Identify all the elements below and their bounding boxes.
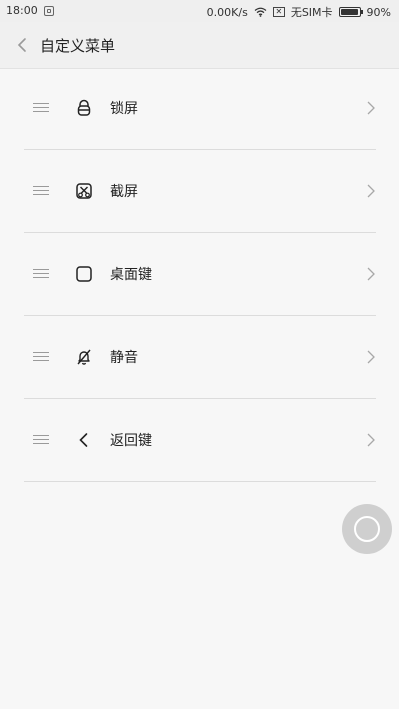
list-item-screenshot[interactable]: 截屏: [24, 150, 376, 233]
drag-handle-icon[interactable]: [33, 186, 49, 196]
list-item-label: 桌面键: [110, 267, 152, 283]
no-sim-icon: ✕: [272, 7, 285, 17]
carrier-text: 无SIM卡: [290, 6, 333, 19]
list-item-mute[interactable]: 静音: [24, 316, 376, 399]
chevron-right-icon: [367, 184, 375, 198]
chevron-right-icon: [367, 101, 375, 115]
list-item-label: 返回键: [110, 433, 152, 449]
wifi-icon: [254, 7, 267, 17]
home-square-icon: [76, 266, 92, 282]
title-bar: 自定义菜单: [0, 22, 399, 69]
screenshot-icon: [76, 183, 92, 199]
page-title: 自定义菜单: [40, 37, 116, 55]
back-arrow-icon: [79, 433, 88, 447]
list-item-back-key[interactable]: 返回键: [24, 399, 376, 482]
back-button[interactable]: [12, 34, 34, 56]
chevron-right-icon: [367, 433, 375, 447]
drag-handle-icon[interactable]: [33, 269, 49, 279]
floating-assistive-button[interactable]: [342, 504, 392, 554]
status-time: 18:00: [6, 4, 38, 17]
chevron-right-icon: [367, 267, 375, 281]
list-item-home-key[interactable]: 桌面键: [24, 233, 376, 316]
custom-menu-list: 锁屏 截屏 桌面键 静音 返回键: [24, 67, 376, 482]
drag-handle-icon[interactable]: [33, 352, 49, 362]
list-item-label: 静音: [110, 350, 138, 366]
chevron-right-icon: [367, 350, 375, 364]
drag-handle-icon[interactable]: [33, 435, 49, 445]
list-item-lock-screen[interactable]: 锁屏: [24, 67, 376, 150]
battery-percent: 90%: [366, 5, 391, 19]
drag-handle-icon[interactable]: [33, 103, 49, 113]
lock-icon: [77, 99, 91, 116]
battery-icon: [338, 7, 363, 17]
mute-bell-icon: [77, 349, 91, 365]
status-bar: 18:00 0.00K/s ✕ 无SIM卡 90%: [0, 0, 399, 22]
notification-app-icon: [43, 5, 54, 16]
network-speed: 0.00K/s: [206, 5, 248, 19]
list-item-label: 锁屏: [110, 101, 138, 117]
list-item-label: 截屏: [110, 184, 138, 200]
